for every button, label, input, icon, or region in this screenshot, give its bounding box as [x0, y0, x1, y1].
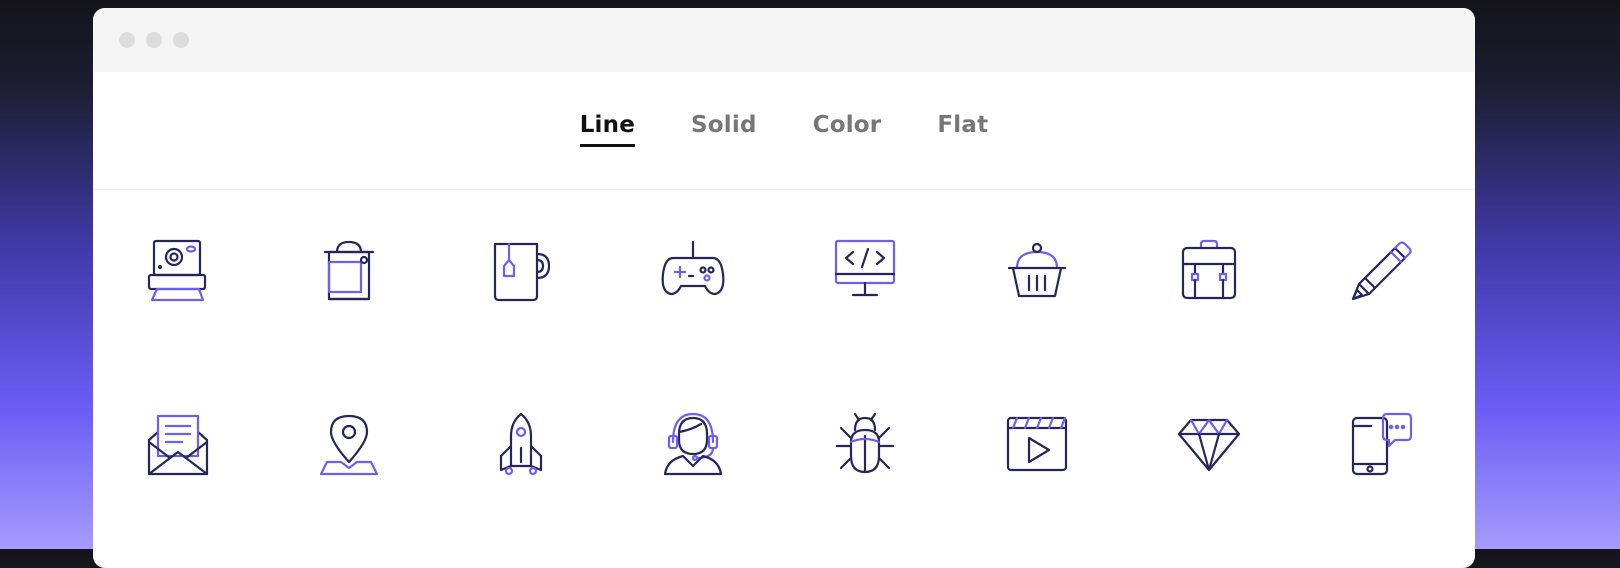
- instant-camera-icon[interactable]: [146, 238, 210, 302]
- code-monitor-icon[interactable]: [833, 238, 897, 302]
- map-pin-icon[interactable]: [317, 412, 381, 476]
- tea-mug-icon[interactable]: [489, 238, 553, 302]
- rocket-icon[interactable]: [489, 412, 553, 476]
- bug-icon[interactable]: [833, 412, 897, 476]
- diamond-icon[interactable]: [1177, 412, 1241, 476]
- envelope-letter-icon[interactable]: [146, 412, 210, 476]
- shopping-basket-icon[interactable]: [1005, 238, 1069, 302]
- gamepad-icon[interactable]: [661, 238, 725, 302]
- video-player-icon[interactable]: [1005, 412, 1069, 476]
- pencil-icon[interactable]: [1349, 238, 1413, 302]
- window-titlebar: [93, 8, 1475, 72]
- tab-solid[interactable]: Solid: [691, 112, 757, 147]
- support-agent-icon[interactable]: [661, 412, 725, 476]
- window-minimize-control[interactable]: [146, 32, 162, 48]
- tab-line[interactable]: Line: [579, 112, 636, 147]
- window-close-control[interactable]: [119, 32, 135, 48]
- style-tabs-bar: Line Solid Color Flat: [93, 72, 1475, 190]
- browser-window: Line Solid Color Flat: [93, 8, 1475, 568]
- phone-chat-icon[interactable]: [1349, 412, 1413, 476]
- window-maximize-control[interactable]: [173, 32, 189, 48]
- tab-color[interactable]: Color: [813, 112, 882, 147]
- tab-flat[interactable]: Flat: [937, 112, 988, 147]
- backpack-icon[interactable]: [1177, 238, 1241, 302]
- shopping-bag-icon[interactable]: [317, 238, 381, 302]
